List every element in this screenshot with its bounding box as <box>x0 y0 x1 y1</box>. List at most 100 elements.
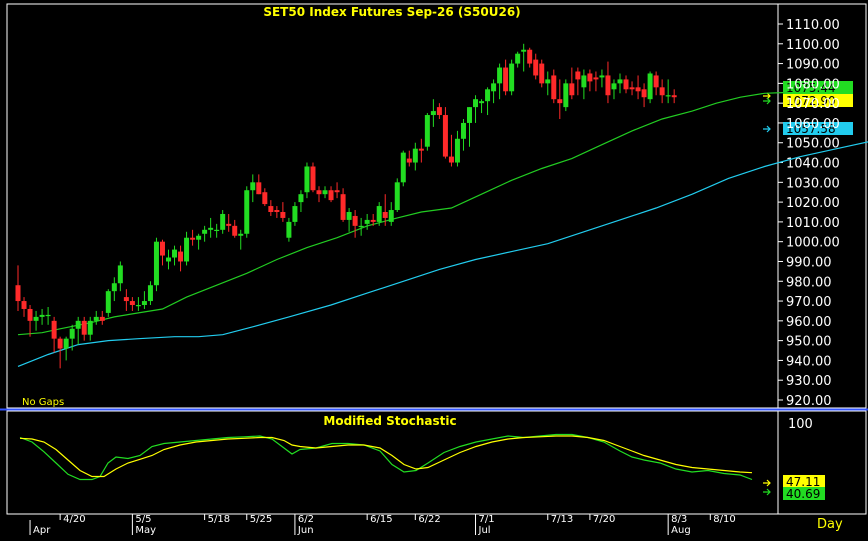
price-tick-label: 1010.00 <box>786 216 840 231</box>
candle <box>57 336 63 369</box>
candle <box>129 297 135 311</box>
date-tick-label: 7/13 <box>551 514 573 525</box>
candle <box>123 289 129 311</box>
stochastic-title: Modified Stochastic <box>323 414 456 428</box>
date-tick-label: 7/1 <box>479 514 495 525</box>
candle <box>166 249 171 270</box>
candle <box>208 217 214 238</box>
candle <box>629 81 635 96</box>
ma-short-layer <box>17 91 789 336</box>
candle-body <box>370 219 376 222</box>
candle-body <box>93 316 99 321</box>
candle-body <box>533 59 539 76</box>
price-tick-label: 990.00 <box>786 255 832 270</box>
candle-body <box>45 314 51 317</box>
candle <box>611 79 617 100</box>
candle <box>473 95 479 123</box>
ma-short-line <box>17 91 789 336</box>
date-tick-label: 8/10 <box>713 514 735 525</box>
candle <box>268 200 274 216</box>
candle-body <box>57 338 63 349</box>
interval-label: Day <box>817 517 843 532</box>
candle <box>533 53 539 80</box>
candle <box>412 142 418 171</box>
candle-body <box>460 122 466 139</box>
candle <box>448 134 454 167</box>
candle-body <box>286 221 292 238</box>
candle-body <box>232 225 238 236</box>
date-axis: 4/20 5/5 5/18 5/25 6/2 6/15 6/22 7/1 7/13 7/20 8/3… <box>29 514 736 536</box>
price-tick-label: 1030.00 <box>786 176 840 191</box>
candle-body <box>15 285 21 302</box>
candle-body <box>575 71 581 80</box>
ma-long-marker-arrow <box>763 125 771 133</box>
candle <box>491 79 497 104</box>
candle-body <box>521 49 527 52</box>
candle-body <box>99 316 105 321</box>
date-tick-label: 5/5 <box>135 514 151 525</box>
candle <box>653 71 659 96</box>
candle <box>105 289 111 317</box>
candle-body <box>147 285 153 302</box>
candle-body <box>605 75 611 96</box>
candle <box>135 297 141 311</box>
candle-body <box>328 190 334 201</box>
candle-body <box>244 190 250 234</box>
candle-body <box>262 192 268 205</box>
candle-body <box>442 115 448 157</box>
candle <box>430 99 436 127</box>
ma-long-layer <box>17 141 868 367</box>
date-tick-label: 8/3 <box>671 514 687 525</box>
candle-body <box>382 212 388 218</box>
candle-body <box>358 225 364 228</box>
candle-body <box>418 148 424 151</box>
candle-body <box>214 229 220 232</box>
price-tick-label: 920.00 <box>786 394 832 409</box>
price-tick-label: 1110.00 <box>786 18 840 33</box>
candle <box>442 107 448 159</box>
candle-body <box>623 79 629 90</box>
candle <box>563 79 569 112</box>
candle-body <box>611 83 617 90</box>
candle <box>593 71 599 92</box>
candle-body <box>653 75 659 88</box>
candle <box>503 59 509 96</box>
candle-body <box>81 320 87 335</box>
candle <box>527 47 533 68</box>
price-tick-label: 1020.00 <box>786 196 840 211</box>
candle <box>172 245 178 266</box>
candle <box>196 233 202 250</box>
candle <box>479 99 485 114</box>
candle-body <box>551 75 557 100</box>
candle-body <box>491 83 497 92</box>
candle-body <box>117 265 123 284</box>
price-tick-label: 970.00 <box>786 295 832 310</box>
month-tick-label: Jul <box>478 525 491 536</box>
candle-body <box>238 233 244 236</box>
candle-body <box>539 63 545 84</box>
candle <box>352 210 358 238</box>
candle-body <box>220 213 226 230</box>
candle <box>310 162 316 193</box>
candle <box>436 103 442 119</box>
candle-body <box>123 297 129 302</box>
date-tick-label: 5/25 <box>250 514 272 525</box>
candle <box>671 89 677 104</box>
candle-body <box>334 190 340 193</box>
candle-body <box>473 99 479 108</box>
candle <box>286 217 292 242</box>
candle <box>292 202 298 226</box>
candle <box>334 182 340 199</box>
candle-body <box>190 237 196 240</box>
candle <box>274 206 280 218</box>
candle <box>45 306 51 325</box>
candle-body <box>178 251 184 262</box>
candle-body <box>400 152 406 183</box>
candle-body <box>153 241 159 286</box>
candle <box>551 69 557 104</box>
candle <box>364 213 370 230</box>
candle <box>322 186 328 199</box>
candle-body <box>545 79 551 84</box>
candle <box>641 83 647 108</box>
candle-body <box>647 73 653 100</box>
